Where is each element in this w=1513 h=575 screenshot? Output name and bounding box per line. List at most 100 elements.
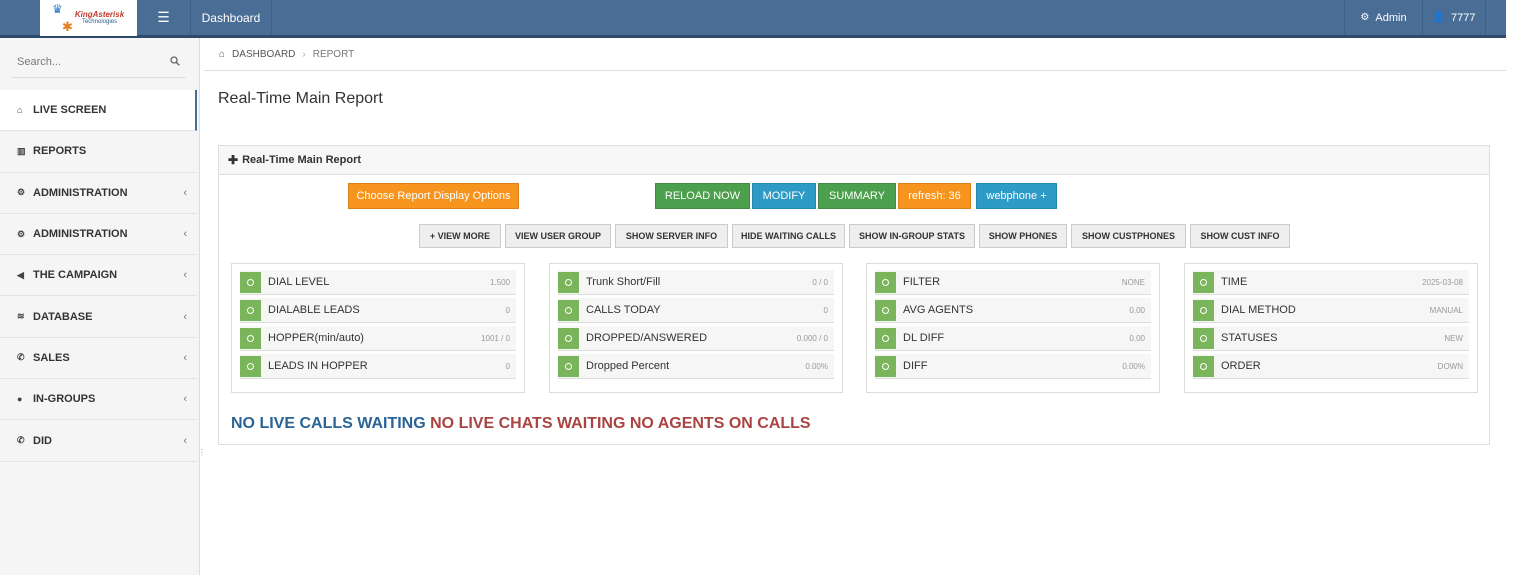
database-icon: ≋ — [17, 311, 25, 322]
stat-row: STATUSES NEW — [1193, 326, 1469, 351]
circle-icon — [558, 299, 579, 321]
show-phones-button[interactable]: SHOW PHONES — [979, 224, 1067, 248]
stat-label: CALLS TODAY — [586, 304, 661, 316]
stats-box-dial: DIAL LEVEL 1.500 DIALABLE LEADS 0 HOPPER(m… — [231, 263, 525, 393]
hamburger-icon: ☰ — [157, 9, 170, 25]
stat-row: DL DIFF 0.00 — [875, 326, 1151, 351]
stat-value: 0 — [505, 361, 510, 371]
live-calls-status: NO LIVE CALLS WAITING — [231, 415, 426, 432]
stat-value: 0.00 — [1129, 305, 1145, 315]
stat-label: DIFF — [903, 360, 928, 372]
sidebar-menu: ⌂ LIVE SCREEN ▥ REPORTS ⚙ ADMINISTRATION… — [0, 90, 197, 462]
sidebar-item-label: DID — [33, 434, 52, 447]
circle-icon — [875, 271, 896, 293]
choose-report-options-button[interactable]: Choose Report Display Options — [348, 183, 519, 209]
sidebar-item-reports[interactable]: ▥ REPORTS — [0, 131, 197, 173]
sidebar-item-sales[interactable]: ✆ SALES ‹ — [0, 338, 197, 380]
sidebar: ⌂ LIVE SCREEN ▥ REPORTS ⚙ ADMINISTRATION… — [0, 38, 206, 575]
admin-label: Admin — [1375, 11, 1407, 24]
stat-label: HOPPER(min/auto) — [268, 332, 364, 344]
view-more-button[interactable]: + VIEW MORE — [419, 224, 501, 248]
hide-waiting-calls-button[interactable]: HIDE WAITING CALLS — [732, 224, 845, 248]
stat-row: LEADS IN HOPPER 0 — [240, 354, 516, 379]
sidebar-item-administration[interactable]: ⚙ ADMINISTRATION ‹ — [0, 173, 197, 214]
sidebar-resize-handle[interactable]: ⋮ — [198, 448, 206, 457]
show-in-group-stats-button[interactable]: SHOW IN-GROUP STATS — [849, 224, 975, 248]
stat-label: DROPPED/ANSWERED — [586, 332, 708, 344]
sidebar-item-database[interactable]: ≋ DATABASE ‹ — [0, 296, 197, 338]
webphone-button[interactable]: webphone + — [976, 183, 1057, 209]
stat-label: STATUSES — [1221, 332, 1278, 344]
chevron-left-icon: ‹ — [183, 393, 187, 406]
stat-value: 0 — [823, 305, 828, 315]
stat-label: Trunk Short/Fill — [586, 276, 661, 288]
top-navbar: ♛ ✱ KingAsterisk Technologies ☰ Dashboar… — [0, 0, 1506, 38]
page-title: Real-Time Main Report — [218, 90, 383, 107]
panel-header[interactable]: ✚ Real-Time Main Report — [219, 146, 1489, 175]
refresh-button[interactable]: refresh: 36 — [898, 183, 971, 209]
stat-label: DIAL METHOD — [1221, 304, 1296, 316]
stat-row: AVG AGENTS 0.00 — [875, 298, 1151, 323]
chevron-left-icon: ‹ — [183, 434, 187, 447]
stat-value: 0.000 / 0 — [796, 333, 828, 343]
stat-row: TIME 2025-03-08 — [1193, 270, 1469, 295]
search-input[interactable] — [12, 46, 162, 78]
stat-value: 1001 / 0 — [481, 333, 510, 343]
sidebar-item-label: ADMINISTRATION — [33, 228, 128, 241]
stat-value: 1.500 — [489, 277, 510, 287]
user-icon: 👤 — [1432, 12, 1445, 23]
stat-label: DL DIFF — [903, 332, 945, 344]
breadcrumb-dashboard[interactable]: DASHBOARD — [232, 49, 295, 60]
stat-label: LEADS IN HOPPER — [268, 360, 368, 372]
stat-value: 0 / 0 — [812, 277, 828, 287]
stats-box-calls: Trunk Short/Fill 0 / 0 CALLS TODAY 0 DROPP… — [549, 263, 843, 393]
sidebar-item-label: THE CAMPAIGN — [33, 269, 118, 282]
stat-row: ORDER DOWN — [1193, 354, 1469, 379]
sidebar-item-live-screen[interactable]: ⌂ LIVE SCREEN — [0, 90, 197, 132]
admin-menu-button[interactable]: ⚙ Admin — [1344, 0, 1422, 35]
stat-value: 2025-03-08 — [1422, 277, 1463, 287]
phone-icon: ✆ — [17, 435, 25, 446]
stat-row: Trunk Short/Fill 0 / 0 — [558, 270, 834, 295]
star-icon: ✱ — [62, 19, 73, 34]
logo-text: KingAsterisk Technologies — [75, 10, 124, 26]
chart-icon: ▥ — [17, 145, 26, 156]
sidebar-item-label: SALES — [33, 351, 70, 364]
brand-logo[interactable]: ♛ ✱ KingAsterisk Technologies — [40, 0, 137, 36]
stat-row: DIALABLE LEADS 0 — [240, 298, 516, 323]
show-cust-info-button[interactable]: SHOW CUST INFO — [1190, 224, 1290, 248]
circle-icon — [558, 355, 579, 377]
show-server-info-button[interactable]: SHOW SERVER INFO — [615, 224, 728, 248]
chevron-left-icon: ‹ — [183, 269, 187, 282]
circle-icon — [1193, 271, 1214, 293]
chevron-left-icon: ‹ — [183, 186, 187, 199]
stat-value: DOWN — [1437, 361, 1463, 371]
breadcrumb-separator: › — [302, 48, 306, 60]
summary-button[interactable]: SUMMARY — [818, 183, 896, 209]
reload-now-button[interactable]: RELOAD NOW — [655, 183, 750, 209]
chevron-left-icon: ‹ — [183, 228, 187, 241]
stat-label: Dropped Percent — [586, 360, 670, 372]
stats-box-filter: FILTER NONE AVG AGENTS 0.00 DL DIFF 0.00 DI… — [866, 263, 1160, 393]
view-user-group-button[interactable]: VIEW USER GROUP — [505, 224, 611, 248]
sidebar-item-did[interactable]: ✆ DID ‹ — [0, 420, 197, 462]
stat-label: FILTER — [903, 276, 941, 288]
user-menu-button[interactable]: 👤 7777 — [1422, 0, 1486, 35]
sidebar-item-label: ADMINISTRATION — [33, 186, 128, 199]
show-custphones-button[interactable]: SHOW CUSTPHONES — [1071, 224, 1186, 248]
stat-label: TIME — [1221, 276, 1248, 288]
sidebar-toggle-button[interactable]: ☰ — [137, 0, 191, 35]
circle-icon — [558, 327, 579, 349]
top-dashboard-link[interactable]: Dashboard — [191, 0, 272, 35]
circle-icon — [240, 271, 261, 293]
stats-box-time: TIME 2025-03-08 DIAL METHOD MANUAL STATUSE… — [1184, 263, 1478, 393]
stat-value: NONE — [1121, 277, 1145, 287]
search-icon[interactable] — [170, 56, 180, 66]
sidebar-item-administration-2[interactable]: ⚙ ADMINISTRATION ‹ — [0, 214, 197, 256]
sidebar-item-the-campaign[interactable]: ◀ THE CAMPAIGN ‹ — [0, 255, 197, 297]
stat-value: 0 — [505, 305, 510, 315]
circle-icon — [875, 299, 896, 321]
stat-value: MANUAL — [1429, 305, 1463, 315]
sidebar-item-in-groups[interactable]: ● IN-GROUPS ‹ — [0, 379, 197, 421]
modify-button[interactable]: MODIFY — [752, 183, 816, 209]
